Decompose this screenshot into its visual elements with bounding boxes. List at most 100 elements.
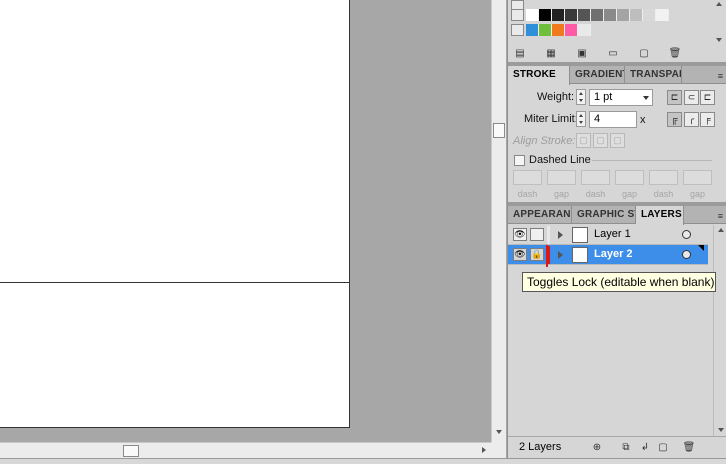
swatch-cell[interactable] <box>565 9 578 21</box>
new-color-group-icon[interactable]: ▭ <box>604 46 622 60</box>
dash-field-2[interactable] <box>581 170 610 185</box>
show-swatch-kinds-icon[interactable]: ▦ <box>542 46 560 60</box>
expand-triangle-icon[interactable] <box>558 231 563 239</box>
tab-transparency[interactable]: TRANSPARENCY <box>625 66 682 84</box>
swatch-group-icon <box>511 9 524 21</box>
swatch-cell[interactable] <box>526 24 539 36</box>
scroll-down-icon[interactable] <box>496 430 502 434</box>
canvas-area[interactable] <box>0 0 491 442</box>
new-swatch-icon[interactable]: ▢ <box>635 46 653 60</box>
swatch-cell[interactable] <box>630 9 643 21</box>
gap-field-1[interactable] <box>547 170 576 185</box>
swatch-cell[interactable] <box>539 9 552 21</box>
gap-label: gap <box>553 189 570 199</box>
eye-icon[interactable]: 👁 <box>513 228 527 241</box>
canvas-vertical-scrollbar[interactable] <box>491 0 506 442</box>
swatch-group-icon <box>511 24 524 36</box>
tab-appearance[interactable]: APPEARANCE <box>508 206 572 224</box>
artboard[interactable] <box>0 0 350 428</box>
layer-thumbnail <box>572 227 588 243</box>
layers-scrollbar[interactable] <box>713 225 726 436</box>
align-center-icon[interactable]: ▢ <box>576 133 591 148</box>
vertical-scroll-thumb[interactable] <box>493 123 505 138</box>
projecting-cap-icon[interactable]: ⊏ <box>700 90 715 105</box>
scroll-down-icon[interactable] <box>718 428 724 432</box>
status-strip <box>0 458 726 464</box>
swatches-scrollbar[interactable] <box>713 0 725 44</box>
round-join-icon[interactable]: ╭ <box>684 112 699 127</box>
swatch-cell[interactable] <box>643 9 656 21</box>
swatch-cell[interactable] <box>578 24 591 36</box>
panel-dock: ▤ ▦ ▣ ▭ ▢ 🗑 STROKE GRADIENT TRANSPARENCY… <box>507 0 726 458</box>
new-sublayer-icon[interactable]: ↲ <box>638 441 652 454</box>
dash-field-1[interactable] <box>513 170 542 185</box>
scroll-up-icon[interactable] <box>718 228 724 232</box>
target-circle-icon[interactable] <box>682 250 691 259</box>
artwork-line[interactable] <box>0 282 349 283</box>
align-outside-icon[interactable]: ▢ <box>610 133 625 148</box>
panel-menu-icon[interactable]: ≡ <box>718 71 723 81</box>
panel-menu-icon[interactable]: ≡ <box>718 211 723 221</box>
swatch-cell[interactable] <box>565 24 578 36</box>
target-circle-icon[interactable] <box>682 230 691 239</box>
make-clipping-mask-icon[interactable]: ⧉ <box>619 441 633 454</box>
swatch-cell[interactable] <box>526 9 539 21</box>
swatch-cell[interactable] <box>656 9 669 21</box>
tab-graphic-styles[interactable]: GRAPHIC STYLES <box>572 206 636 224</box>
selection-indicator-icon <box>698 245 704 251</box>
dash-label: dash <box>517 189 538 199</box>
bevel-join-icon[interactable]: ╒ <box>700 112 715 127</box>
layers-panel-body: 👁 Layer 1 👁 🔒 Layer 2 <box>508 225 726 436</box>
swatch-cell[interactable] <box>578 9 591 21</box>
butt-cap-icon[interactable]: ⊏ <box>667 90 682 105</box>
weight-field[interactable]: 1 pt <box>589 89 653 106</box>
gap-field-3[interactable] <box>683 170 712 185</box>
tab-gradient[interactable]: GRADIENT <box>570 66 625 84</box>
scroll-corner <box>491 442 506 458</box>
swatch-cell[interactable] <box>552 24 565 36</box>
annotation-mark <box>546 245 548 267</box>
swatch-cell[interactable] <box>604 9 617 21</box>
new-layer-icon[interactable]: ▢ <box>656 441 670 454</box>
swatch-libraries-icon[interactable]: ▤ <box>511 46 529 60</box>
miter-limit-field[interactable]: 4 <box>589 111 637 128</box>
dash-label: dash <box>585 189 606 199</box>
layer-name[interactable]: Layer 2 <box>594 248 633 260</box>
delete-swatch-icon[interactable]: 🗑 <box>666 46 684 60</box>
swatch-cell[interactable] <box>617 9 630 21</box>
layer-name[interactable]: Layer 1 <box>594 228 631 240</box>
swatch-cell[interactable] <box>539 24 552 36</box>
scroll-up-icon[interactable] <box>716 2 722 6</box>
canvas-horizontal-scrollbar[interactable] <box>0 442 491 458</box>
eye-icon[interactable]: 👁 <box>513 248 527 261</box>
scroll-right-icon[interactable] <box>482 447 486 453</box>
gap-field-2[interactable] <box>615 170 644 185</box>
tab-stroke[interactable]: STROKE <box>508 66 570 85</box>
tab-layers[interactable]: LAYERS <box>636 206 684 225</box>
align-inside-icon[interactable]: ▢ <box>593 133 608 148</box>
layer-thumbnail <box>572 247 588 263</box>
swatch-cell[interactable] <box>552 9 565 21</box>
dashed-line-checkbox[interactable] <box>514 155 525 166</box>
miter-limit-label: Miter Limit: <box>524 113 578 125</box>
layer-row[interactable]: 👁 Layer 1 <box>508 225 708 245</box>
layer-row-selected[interactable]: 👁 🔒 Layer 2 <box>508 245 708 265</box>
lock-icon[interactable]: 🔒 <box>530 248 544 261</box>
dash-label: dash <box>653 189 674 199</box>
horizontal-scroll-thumb[interactable] <box>123 445 139 457</box>
expand-triangle-icon[interactable] <box>558 251 563 259</box>
weight-stepper[interactable] <box>576 89 586 105</box>
layers-tabbar: APPEARANCE GRAPHIC STYLES LAYERS ≡ <box>508 206 726 225</box>
locate-object-icon[interactable]: ⊕ <box>590 441 604 454</box>
miter-limit-stepper[interactable] <box>576 111 586 127</box>
chevron-down-icon[interactable] <box>643 96 649 100</box>
delete-layer-icon[interactable]: 🗑 <box>682 441 696 454</box>
lock-toggle-empty[interactable] <box>530 228 544 241</box>
dash-field-3[interactable] <box>649 170 678 185</box>
miter-join-icon[interactable]: ╔ <box>667 112 682 127</box>
divider <box>592 160 712 161</box>
swatch-options-icon[interactable]: ▣ <box>573 46 591 60</box>
swatch-cell[interactable] <box>591 9 604 21</box>
scroll-down-icon[interactable] <box>716 38 722 42</box>
round-cap-icon[interactable]: ⊂ <box>684 90 699 105</box>
